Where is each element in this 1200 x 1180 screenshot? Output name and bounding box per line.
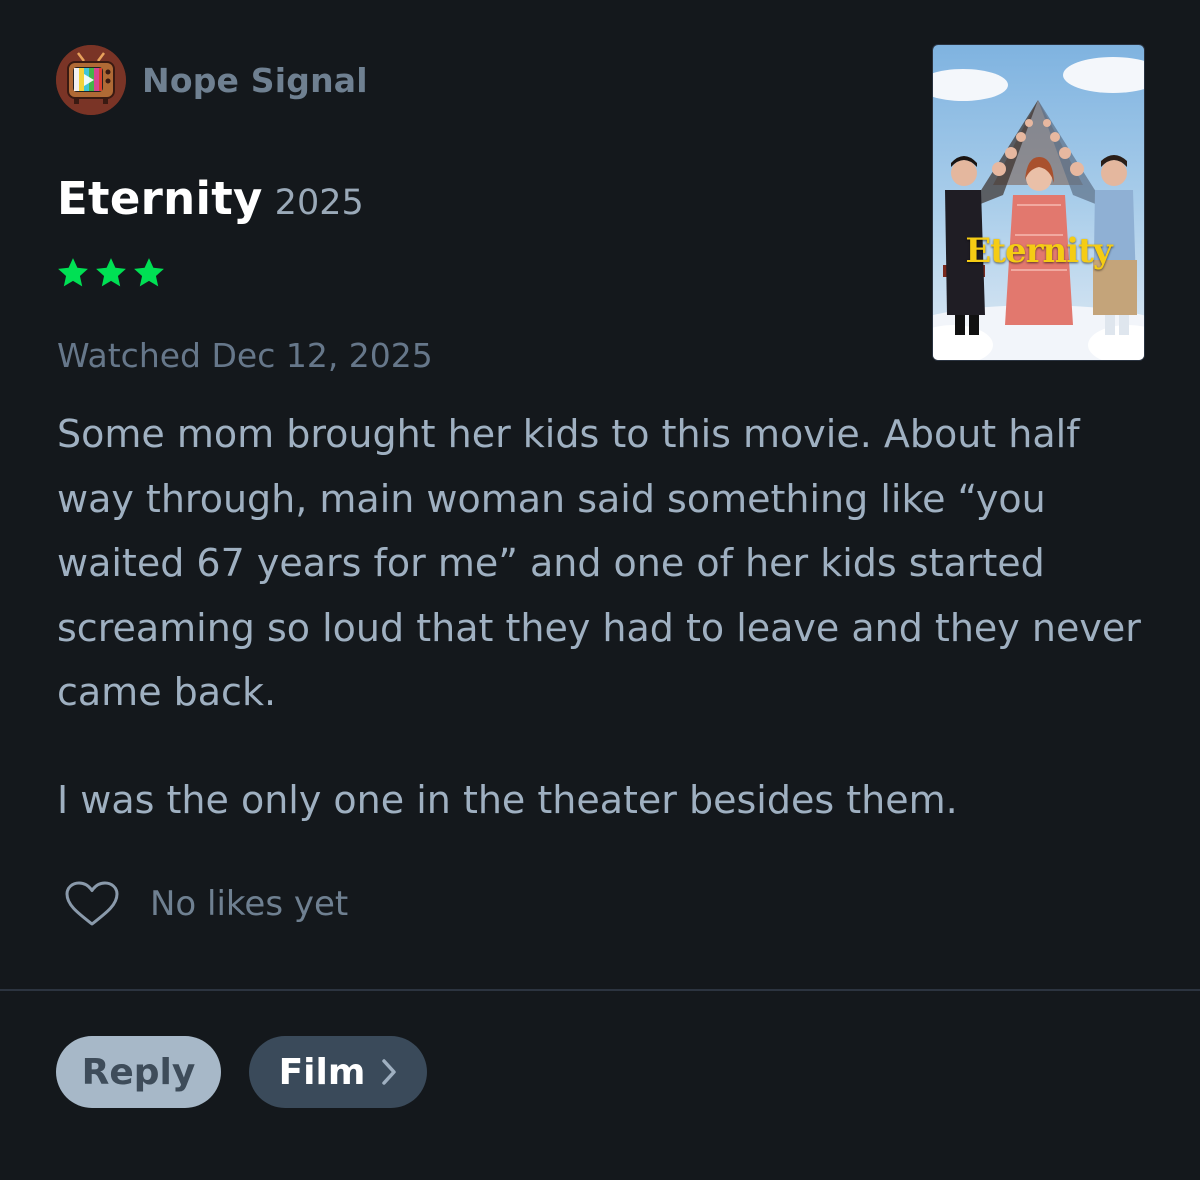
- poster-title: Eternity: [965, 231, 1112, 271]
- review-author[interactable]: Nope Signal: [56, 45, 368, 115]
- film-heading: Eternity 2025: [57, 172, 364, 225]
- likes-count-text: No likes yet: [150, 884, 349, 924]
- film-year[interactable]: 2025: [275, 183, 364, 223]
- reply-button[interactable]: Reply: [56, 1036, 221, 1108]
- film-button[interactable]: Film: [249, 1036, 427, 1108]
- poster-artwork: [933, 45, 1144, 360]
- chevron-right-icon: [381, 1058, 397, 1086]
- film-button-label: Film: [278, 1051, 366, 1093]
- reply-button-label: Reply: [81, 1051, 196, 1093]
- review-paragraph: I was the only one in the theater beside…: [57, 777, 958, 822]
- film-poster[interactable]: Eternity: [933, 45, 1144, 360]
- watched-date: Watched Dec 12, 2025: [57, 336, 433, 375]
- author-name[interactable]: Nope Signal: [142, 61, 368, 100]
- star-icon: [96, 258, 126, 287]
- star-rating: [56, 256, 166, 290]
- star-icon: [134, 258, 164, 287]
- star-icon: [58, 258, 88, 287]
- avatar[interactable]: [56, 45, 126, 115]
- film-title[interactable]: Eternity: [57, 172, 263, 225]
- retro-tv-icon: [56, 45, 126, 115]
- likes-row: No likes yet: [64, 881, 348, 927]
- heart-outline-icon[interactable]: [64, 881, 120, 927]
- review-paragraph: Some mom brought her kids to this movie.…: [57, 412, 1141, 714]
- divider: [0, 989, 1200, 991]
- review-body: Some mom brought her kids to this movie.…: [57, 402, 1147, 832]
